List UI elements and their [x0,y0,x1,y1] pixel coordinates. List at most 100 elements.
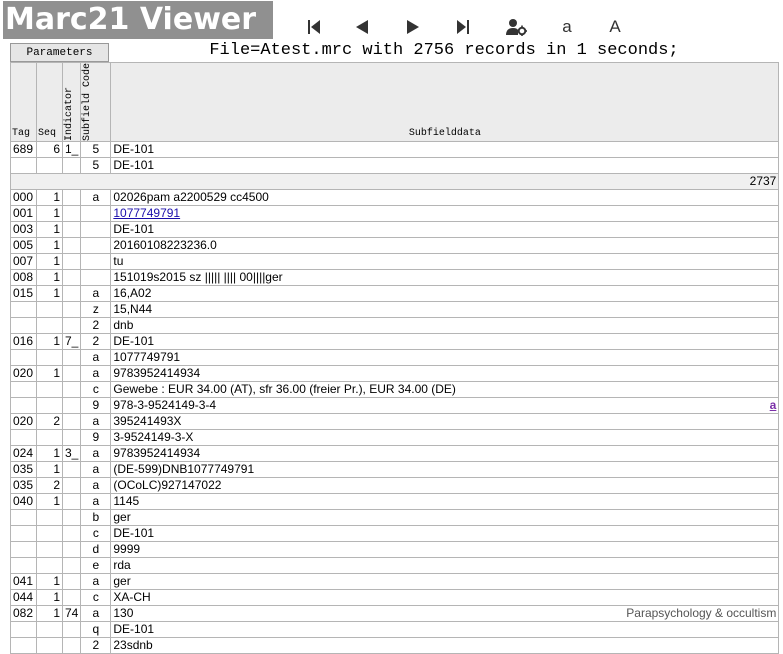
control-number-link[interactable]: 1077749791 [113,207,180,221]
last-record-button[interactable] [453,16,473,38]
table-row: 003 1 DE-101 [10,221,780,239]
tag-cell: 000 [10,189,37,207]
table-row: 016 1 7_ 2 DE-101 [10,333,780,351]
seq-cell: 1 [36,221,63,239]
seq-cell [36,349,63,367]
subfield-value: 9783952414934 [113,446,201,461]
indicator-cell [61,221,82,239]
seq-cell: 1 [36,573,63,591]
table-row: 001 1 1077749791 [10,205,780,223]
subfield-code-header-label: Subfield Code [82,63,94,142]
subfield-value: 9999 [113,542,141,557]
subfield-value: (DE-599)DNB1077749791 [113,462,255,477]
table-row: c DE-101 [10,525,780,543]
subfield-value: DE-101 [113,622,155,637]
subfielddata-cell: 9999 [110,541,780,559]
seq-cell: 2 [36,477,63,495]
subfielddata-cell: (OCoLC)927147022 [110,477,780,495]
subfielddata-cell: DE-101 [110,141,780,159]
indicator-cell [61,557,82,575]
subfield-code-cell: 9 [80,397,112,415]
tag-cell: 008 [10,269,37,287]
table-row: 000 1 a 02026pam a2200529 cc4500 [10,189,780,207]
seq-cell [36,301,63,319]
settings-button[interactable] [503,16,529,38]
table-row: a 1077749791 [10,349,780,367]
subfield-value: DE-101 [113,334,155,349]
subfield-code-cell: 5 [80,141,112,159]
tag-cell [10,381,37,399]
subfield-code-cell: 9 [80,429,112,447]
tag-cell: 020 [10,413,37,431]
subfield-value: rda [113,558,131,573]
indicator-cell [61,285,82,303]
tag-cell [10,637,37,654]
indicator-cell [61,365,82,383]
subfield-code-cell: b [80,509,112,527]
status-line: File=Atest.mrc with 2756 records in 1 se… [209,41,679,60]
table-row: 9 3-9524149-3-X [10,429,780,447]
subfield-value: DE-101 [113,526,155,541]
indicator-cell: 3_ [61,445,82,463]
subfield-code-cell: q [80,621,112,639]
subfield-value: DE-101 [113,158,155,173]
subfield-value: 3-9524149-3-X [113,430,194,445]
subfield-code-cell: 2 [80,317,112,335]
subfielddata-cell: 3-9524149-3-X [110,429,780,447]
alternate-script-link[interactable]: a [770,399,777,413]
tag-cell [10,509,37,527]
subfielddata-cell: 16,A02 [110,285,780,303]
seq-cell: 1 [36,189,63,207]
table-row: 9 a 978-3-9524149-3-4 [10,397,780,415]
seq-cell [36,541,63,559]
previous-record-button[interactable] [352,16,372,38]
subfield-value: 978-3-9524149-3-4 [113,398,217,413]
table-row: 040 1 a 1145 [10,493,780,511]
subfielddata-cell: 1077749791 [110,349,780,367]
seq-cell: 1 [36,285,63,303]
subfield-code-cell: a [80,493,112,511]
subfield-value: 23sdnb [113,638,153,653]
subfield-value: 1077749791 [113,350,181,365]
subfield-value: DE-101 [113,142,155,157]
indicator-cell [61,381,82,399]
subfielddata-cell: XA-CH [110,589,780,607]
table-row: q DE-101 [10,621,780,639]
subfielddata-cell: 1145 [110,493,780,511]
app-title: Marc21 Viewer [3,1,273,39]
small-font-button[interactable]: a [557,16,577,38]
subfield-code-cell: 2 [80,637,112,654]
subfielddata-cell: 9783952414934 [110,365,780,383]
seq-cell: 1 [36,205,63,223]
subfield-code-cell: d [80,541,112,559]
table-row: e rda [10,557,780,575]
table-row: 020 1 a 9783952414934 [10,365,780,383]
record-separator-row: 2737 [9,173,780,191]
table-row: c Gewebe : EUR 34.00 (AT), sfr 36.00 (fre… [10,381,780,399]
seq-cell [36,157,63,175]
indicator-cell [61,397,82,415]
seq-cell [36,621,63,639]
seq-cell: 1 [36,605,63,623]
subfield-code-cell: 2 [80,333,112,351]
tag-cell: 005 [10,237,37,255]
subject-note: Parapsychology & occultism [626,606,777,621]
indicator-cell [61,157,82,175]
first-record-button[interactable] [304,16,324,38]
subfield-code-cell [80,237,112,255]
table-row: b ger [10,509,780,527]
tag-cell [10,157,37,175]
subfielddata-cell: 23sdnb [110,637,780,654]
subfield-value: XA-CH [113,590,151,605]
parameters-header[interactable]: Parameters [10,43,109,62]
large-font-button[interactable]: A [605,16,625,38]
subfield-value: 395241493X [113,414,182,429]
seq-cell: 1 [36,365,63,383]
indicator-cell [61,253,82,271]
next-record-button[interactable] [403,16,423,38]
subfielddata-cell: ger [110,509,780,527]
tag-cell: 024 [10,445,37,463]
subfield-code-cell: a [80,445,112,463]
subfielddata-cell: DE-101 [110,525,780,543]
tag-cell: 003 [10,221,37,239]
